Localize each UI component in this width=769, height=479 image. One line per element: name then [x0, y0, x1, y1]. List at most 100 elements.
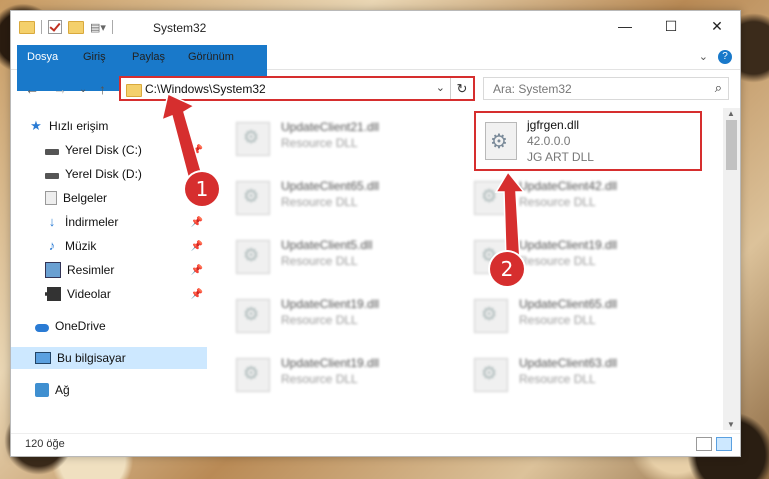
- ribbon-tabs: Dosya Giriş Paylaş Görünüm ⌄ ?: [11, 45, 740, 91]
- dll-file-icon: [236, 299, 270, 333]
- list-item[interactable]: UpdateClient65.dll Resource DLL: [216, 175, 446, 221]
- list-item[interactable]: UpdateClient19.dll Resource DLL: [216, 352, 446, 398]
- sidebar-item-music[interactable]: ♪ Müzik 📌: [11, 235, 207, 257]
- dll-file-icon: [485, 122, 517, 160]
- documents-icon: [45, 191, 57, 205]
- sidebar-item-label: Yerel Disk (D:): [65, 167, 142, 181]
- arrow-shape: [494, 170, 526, 261]
- step-badge-2: 2: [490, 252, 524, 286]
- large-icons-view-icon[interactable]: [716, 437, 732, 451]
- file-type: Resource DLL: [281, 195, 358, 209]
- dll-file-icon: [474, 358, 508, 392]
- pc-icon: [35, 352, 51, 364]
- window-title: System32: [153, 21, 207, 35]
- file-description: JG ART DLL: [527, 150, 594, 164]
- up-arrow-icon[interactable]: ↑: [99, 81, 106, 97]
- scroll-up-icon[interactable]: ▲: [727, 109, 735, 118]
- sidebar-item-label: Bu bilgisayar: [57, 351, 126, 365]
- file-name: UpdateClient63.dll: [519, 356, 618, 370]
- title-bar: ▤▾ System32 — ☐ ✕: [11, 11, 740, 45]
- sidebar-item-this-pc[interactable]: Bu bilgisayar: [11, 347, 207, 369]
- dll-file-icon: [474, 299, 508, 333]
- folder-icon: [126, 84, 142, 97]
- file-version: 42.0.0.0: [527, 134, 571, 148]
- sidebar-item-label: Müzik: [65, 239, 97, 253]
- item-count: 120 öğe: [25, 438, 65, 450]
- file-name: UpdateClient21.dll: [281, 120, 380, 134]
- file-list: UpdateClient21.dll Resource DLL UpdateCl…: [216, 108, 724, 418]
- sidebar-item-label: Resimler: [67, 263, 115, 277]
- details-view-icon[interactable]: [696, 437, 712, 451]
- pin-icon: 📌: [190, 288, 203, 300]
- list-item[interactable]: UpdateClient19.dll Resource DLL: [454, 234, 684, 280]
- scroll-down-icon[interactable]: ▼: [727, 420, 735, 429]
- highlighted-file-jgfrgen[interactable]: jgfrgen.dll 42.0.0.0 JG ART DLL: [474, 111, 702, 171]
- sidebar-item-label: Yerel Disk (C:): [65, 143, 142, 157]
- file-name: UpdateClient65.dll: [519, 297, 618, 311]
- onedrive-icon: [35, 323, 49, 332]
- search-input[interactable]: Ara: System32: [493, 82, 572, 96]
- tab-home[interactable]: Giriş: [73, 45, 116, 69]
- sidebar-item-videos[interactable]: Videolar 📌: [11, 283, 207, 305]
- dll-file-icon: [236, 181, 270, 215]
- dll-file-icon: [236, 122, 270, 156]
- star-icon: ★: [30, 118, 42, 133]
- maximize-button[interactable]: ☐: [648, 11, 694, 41]
- explorer-window: ▤▾ System32 — ☐ ✕ Dosya Giriş Paylaş Gör…: [10, 10, 741, 457]
- divider: [41, 20, 42, 34]
- forward-arrow-icon[interactable]: →: [53, 81, 67, 97]
- sidebar-item-label: Ağ: [55, 383, 70, 397]
- pin-icon: 📌: [190, 240, 203, 252]
- step-badge-1: 1: [185, 172, 219, 206]
- view-buttons: [696, 437, 732, 451]
- file-name: UpdateClient19.dll: [281, 356, 380, 370]
- file-name: UpdateClient5.dll: [281, 238, 373, 252]
- file-type: Resource DLL: [519, 313, 596, 327]
- help-icon[interactable]: ?: [718, 50, 732, 64]
- sidebar-item-label: İndirmeler: [65, 215, 119, 229]
- videos-icon: [45, 287, 61, 301]
- file-type: Resource DLL: [519, 372, 596, 386]
- sidebar-item-pictures[interactable]: Resimler 📌: [11, 259, 207, 281]
- sidebar-item-label: Hızlı erişim: [49, 119, 109, 133]
- file-type: Resource DLL: [281, 136, 358, 150]
- close-button[interactable]: ✕: [694, 11, 740, 41]
- folder-icon: [19, 20, 35, 34]
- sidebar-item-downloads[interactable]: ↓ İndirmeler 📌: [11, 211, 207, 233]
- file-name: UpdateClient65.dll: [281, 179, 380, 193]
- minimize-button[interactable]: —: [602, 11, 648, 41]
- tab-share[interactable]: Paylaş: [122, 45, 175, 69]
- back-arrow-icon[interactable]: ←: [25, 81, 39, 97]
- list-item[interactable]: UpdateClient5.dll Resource DLL: [216, 234, 446, 280]
- list-item[interactable]: UpdateClient21.dll Resource DLL: [216, 116, 446, 162]
- customize-toolbar-icon[interactable]: ▤▾: [90, 21, 106, 34]
- pictures-icon: [45, 262, 61, 278]
- list-item[interactable]: UpdateClient19.dll Resource DLL: [216, 293, 446, 339]
- scrollbar-thumb[interactable]: [726, 120, 737, 170]
- new-folder-icon[interactable]: [68, 20, 84, 34]
- tab-view[interactable]: Görünüm: [178, 45, 244, 69]
- search-icon[interactable]: ⌕: [715, 80, 722, 96]
- address-row: ← → ⌄ ↑ C:\Windows\System32 ⌄ ↻ Ara: Sys…: [11, 73, 740, 105]
- file-name: UpdateClient19.dll: [281, 297, 380, 311]
- sidebar-item-label: OneDrive: [55, 319, 106, 333]
- dll-file-icon: [236, 358, 270, 392]
- recent-locations-icon[interactable]: ⌄: [79, 84, 87, 95]
- file-type: Resource DLL: [281, 313, 358, 327]
- sidebar-item-onedrive[interactable]: OneDrive: [11, 315, 207, 337]
- window-controls: — ☐ ✕: [602, 11, 740, 41]
- network-icon: [35, 383, 49, 397]
- list-item[interactable]: UpdateClient63.dll Resource DLL: [454, 352, 684, 398]
- dll-file-icon: [236, 240, 270, 274]
- vertical-scrollbar[interactable]: ▲ ▼: [723, 108, 740, 430]
- search-box[interactable]: Ara: System32 ⌕: [483, 77, 729, 100]
- list-item[interactable]: UpdateClient42.dll Resource DLL: [454, 175, 684, 221]
- list-item[interactable]: UpdateClient65.dll Resource DLL: [454, 293, 684, 339]
- sidebar-item-network[interactable]: Ağ: [11, 379, 207, 401]
- divider: [111, 20, 113, 34]
- chevron-down-icon[interactable]: ⌄: [436, 81, 445, 94]
- refresh-icon[interactable]: ↻: [450, 78, 473, 99]
- status-bar: 120 öğe: [11, 433, 740, 456]
- chevron-down-icon[interactable]: ⌄: [699, 50, 708, 64]
- properties-icon[interactable]: [48, 20, 62, 34]
